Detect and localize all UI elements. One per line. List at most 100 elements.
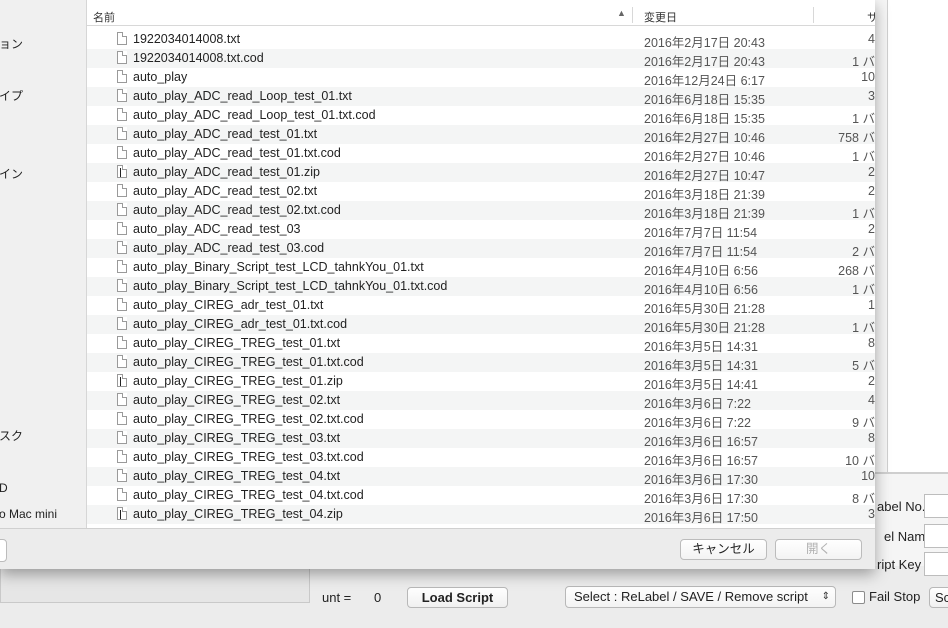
sidebar-item-desktop[interactable]: イプ bbox=[0, 87, 23, 104]
file-name: auto_play_ADC_read_test_02.txt.cod bbox=[133, 203, 341, 217]
file-row[interactable]: auto_play_ADC_read_test_01.txt 2016年2月27日… bbox=[87, 125, 875, 145]
file-size: 3 bbox=[868, 507, 875, 521]
file-row[interactable]: auto_play_ADC_read_Loop_test_01.txt 2016年… bbox=[87, 87, 875, 107]
document-icon bbox=[117, 32, 127, 45]
column-separator bbox=[813, 7, 814, 23]
document-icon bbox=[117, 241, 127, 254]
document-icon bbox=[117, 450, 127, 463]
file-row[interactable]: auto_play_Binary_Script_test_LCD_tahnkYo… bbox=[87, 277, 875, 297]
load-script-button[interactable]: Load Script bbox=[407, 587, 508, 608]
document-icon bbox=[117, 127, 127, 140]
file-row[interactable]: auto_play_CIREG_TREG_test_04.txt.cod 2016… bbox=[87, 486, 875, 506]
file-name: auto_play_ADC_read_test_03 bbox=[133, 222, 301, 236]
file-name: auto_play_ADC_read_test_03.cod bbox=[133, 241, 325, 255]
file-name: auto_play_CIREG_TREG_test_02.txt.cod bbox=[133, 412, 364, 426]
file-row[interactable]: auto_play_ADC_read_test_03 2016年7月7日 11:5… bbox=[87, 220, 875, 240]
file-row[interactable]: auto_play_CIREG_TREG_test_02.txt 2016年3月6… bbox=[87, 391, 875, 411]
document-icon bbox=[117, 431, 127, 444]
file-row[interactable]: auto_play_CIREG_TREG_test_04.txt 2016年3月6… bbox=[87, 467, 875, 487]
file-name: 1922034014008.txt.cod bbox=[133, 51, 264, 65]
column-name-header[interactable]: 名前 bbox=[93, 9, 115, 25]
document-icon bbox=[117, 89, 127, 102]
document-icon bbox=[117, 222, 127, 235]
document-icon bbox=[117, 469, 127, 482]
fail-stop-checkbox[interactable] bbox=[852, 591, 865, 604]
zip-icon bbox=[117, 374, 127, 387]
document-icon bbox=[117, 488, 127, 501]
background-inset-panel bbox=[0, 566, 310, 603]
count-label: unt = bbox=[322, 590, 352, 605]
sidebar-item-mac-mini[interactable]: o Mac mini bbox=[0, 507, 57, 521]
sidebar-item-online[interactable]: イン bbox=[0, 165, 23, 182]
file-row[interactable]: auto_play_CIREG_TREG_test_01.txt 2016年3月5… bbox=[87, 334, 875, 354]
document-icon bbox=[117, 260, 127, 273]
file-size: 8 bbox=[868, 336, 875, 350]
cancel-button[interactable]: キャンセル bbox=[680, 539, 767, 560]
file-size: 10 bbox=[861, 469, 875, 483]
column-size-header[interactable]: サ bbox=[867, 9, 875, 25]
file-name: auto_play_Binary_Script_test_LCD_tahnkYo… bbox=[133, 279, 448, 293]
document-icon bbox=[117, 203, 127, 216]
sc-button[interactable]: Sc bbox=[929, 587, 948, 608]
file-row[interactable]: 1922034014008.txt.cod 2016年2月17日 20:43 1 バ bbox=[87, 49, 875, 69]
zip-icon bbox=[117, 165, 127, 178]
file-row[interactable]: auto_play_CIREG_adr_test_01.txt.cod 2016年… bbox=[87, 315, 875, 335]
column-modified-header[interactable]: 変更日 bbox=[644, 9, 677, 25]
file-name: auto_play_CIREG_TREG_test_01.txt bbox=[133, 336, 341, 350]
file-size: 2 bbox=[868, 222, 875, 236]
document-icon bbox=[117, 412, 127, 425]
file-row[interactable]: auto_play 2016年12月24日 6:17 10 bbox=[87, 68, 875, 88]
file-name: auto_play_CIREG_TREG_test_03.txt bbox=[133, 431, 341, 445]
sidebar: ョン イプ イン スク D o Mac mini bbox=[0, 0, 87, 528]
file-name: auto_play_ADC_read_test_01.txt.cod bbox=[133, 146, 341, 160]
file-row[interactable]: auto_play_ADC_read_test_01.zip 2016年2月27日… bbox=[87, 163, 875, 183]
open-button[interactable]: 開く bbox=[775, 539, 862, 560]
label-name-field[interactable] bbox=[924, 524, 948, 548]
document-icon bbox=[117, 355, 127, 368]
sidebar-item-applications[interactable]: ョン bbox=[0, 35, 23, 52]
document-icon bbox=[117, 108, 127, 121]
zip-icon bbox=[117, 507, 127, 520]
file-row[interactable]: auto_play_CIREG_TREG_test_04.zip 2016年3月6… bbox=[87, 505, 875, 525]
file-row[interactable]: auto_play_CIREG_TREG_test_01.txt.cod 2016… bbox=[87, 353, 875, 373]
document-icon bbox=[117, 51, 127, 64]
file-row[interactable]: 1922034014008.txt 2016年2月17日 20:43 4 bbox=[87, 30, 875, 50]
sort-arrow-icon: ▲ bbox=[617, 8, 626, 18]
label-no-field[interactable] bbox=[924, 494, 948, 518]
sidebar-item-d[interactable]: D bbox=[0, 481, 8, 495]
options-button[interactable] bbox=[0, 539, 7, 562]
file-row[interactable]: auto_play_CIREG_TREG_test_03.txt 2016年3月6… bbox=[87, 429, 875, 449]
script-key-label: ript Key bbox=[877, 557, 922, 572]
file-row[interactable]: auto_play_Binary_Script_test_LCD_tahnkYo… bbox=[87, 258, 875, 278]
script-key-field[interactable] bbox=[924, 552, 948, 576]
fail-stop-label: Fail Stop bbox=[869, 589, 921, 604]
script-action-select[interactable]: Select : ReLabel / SAVE / Remove script … bbox=[565, 586, 836, 608]
file-date: 2016年3月6日 17:50 bbox=[644, 511, 758, 525]
document-icon bbox=[117, 146, 127, 159]
sidebar-item-disk[interactable]: スク bbox=[0, 427, 23, 444]
file-size: 2 bbox=[868, 184, 875, 198]
file-row[interactable]: auto_play_CIREG_TREG_test_02.txt.cod 2016… bbox=[87, 410, 875, 430]
file-name: auto_play_CIREG_TREG_test_03.txt.cod bbox=[133, 450, 364, 464]
file-row[interactable]: auto_play_ADC_read_Loop_test_01.txt.cod 2… bbox=[87, 106, 875, 126]
document-icon bbox=[117, 298, 127, 311]
file-row[interactable]: auto_play_ADC_read_test_01.txt.cod 2016年2… bbox=[87, 144, 875, 164]
file-row[interactable]: auto_play_ADC_read_test_02.txt.cod 2016年3… bbox=[87, 201, 875, 221]
file-row[interactable]: auto_play_ADC_read_test_03.cod 2016年7月7日 … bbox=[87, 239, 875, 259]
document-icon bbox=[117, 279, 127, 292]
file-row[interactable]: auto_play_CIREG_TREG_test_03.txt.cod 2016… bbox=[87, 448, 875, 468]
file-name: auto_play_ADC_read_Loop_test_01.txt.cod bbox=[133, 108, 376, 122]
file-name: auto_play_CIREG_adr_test_01.txt bbox=[133, 298, 324, 312]
file-name: auto_play_Binary_Script_test_LCD_tahnkYo… bbox=[133, 260, 424, 274]
file-row[interactable]: auto_play_CIREG_adr_test_01.txt 2016年5月30… bbox=[87, 296, 875, 316]
document-icon bbox=[117, 70, 127, 83]
file-row[interactable]: auto_play_ADC_read_test_02.txt 2016年3月18日… bbox=[87, 182, 875, 202]
file-name: auto_play_CIREG_TREG_test_02.txt bbox=[133, 393, 341, 407]
file-name: auto_play_ADC_read_test_01.txt bbox=[133, 127, 318, 141]
file-row[interactable]: auto_play_CIREG_TREG_test_01.zip 2016年3月5… bbox=[87, 372, 875, 392]
chevron-updown-icon: ⇕ bbox=[821, 591, 830, 602]
file-name: auto_play_ADC_read_test_01.zip bbox=[133, 165, 320, 179]
document-icon bbox=[117, 393, 127, 406]
background-divider bbox=[875, 472, 948, 474]
file-size: 1 bbox=[868, 298, 875, 312]
